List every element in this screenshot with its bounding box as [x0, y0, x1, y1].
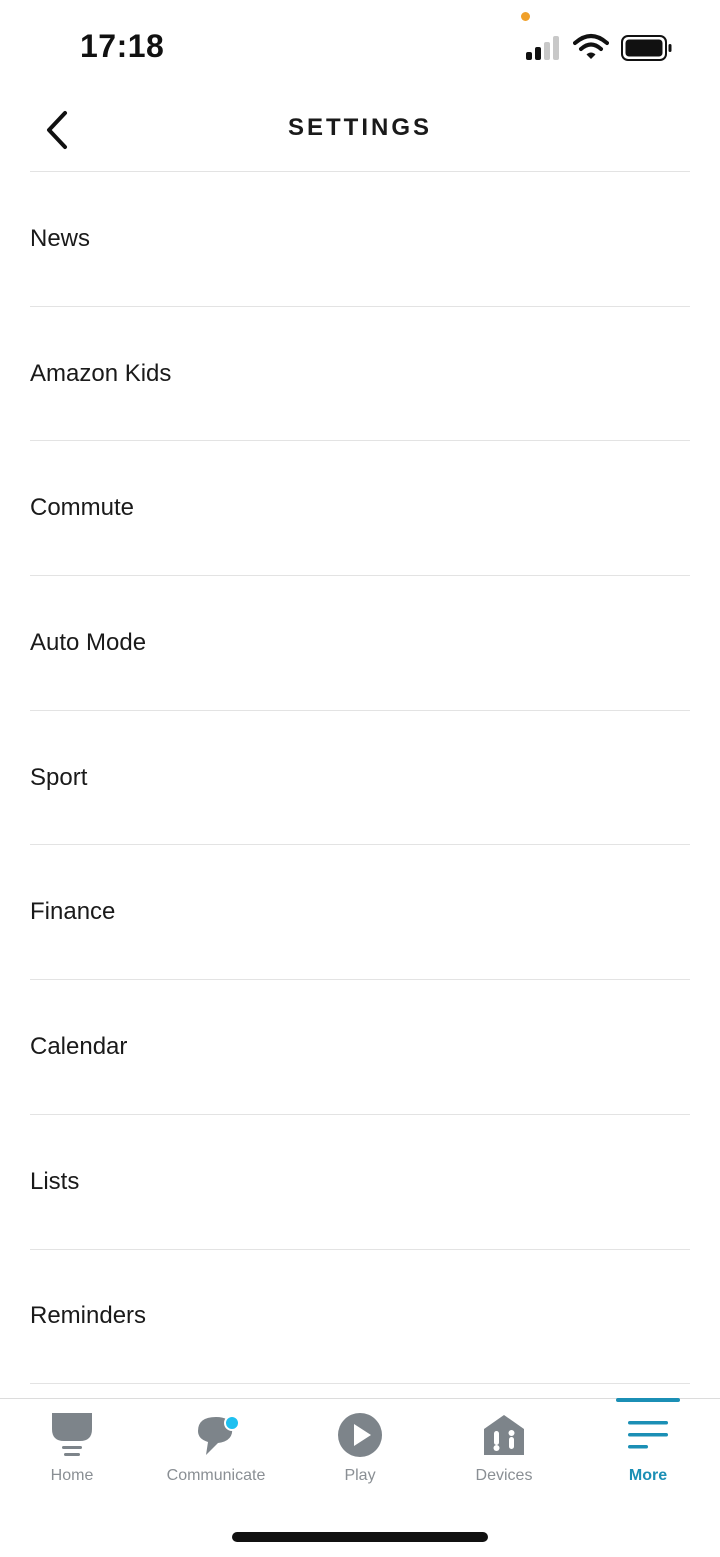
- settings-item-reminders[interactable]: Reminders: [30, 1250, 690, 1385]
- settings-item-auto-mode[interactable]: Auto Mode: [30, 576, 690, 711]
- header: SETTINGS: [0, 90, 720, 172]
- nav-label: Devices: [475, 1467, 533, 1484]
- settings-item-label: Finance: [30, 898, 116, 926]
- privacy-indicator-dot: [521, 12, 530, 21]
- home-icon: [52, 1413, 92, 1456]
- settings-item-commute[interactable]: Commute: [30, 441, 690, 577]
- nav-item-devices[interactable]: Devices: [432, 1399, 576, 1503]
- settings-item-label: Lists: [30, 1167, 80, 1195]
- settings-item-finance[interactable]: Finance: [30, 845, 690, 981]
- settings-item-label: News: [30, 224, 91, 252]
- settings-item-label: Auto Mode: [30, 628, 147, 656]
- settings-item-label: Amazon Kids: [30, 359, 172, 387]
- home-indicator[interactable]: [232, 1532, 488, 1542]
- page-title: SETTINGS: [287, 114, 432, 141]
- wifi-icon: [573, 34, 609, 59]
- settings-item-label: Reminders: [30, 1302, 147, 1330]
- signal-icon: [526, 36, 562, 60]
- play-icon: [338, 1413, 382, 1457]
- settings-item-amazon-kids[interactable]: Amazon Kids: [30, 307, 690, 442]
- settings-item-label: Sport: [30, 763, 88, 791]
- nav-item-play[interactable]: Play: [288, 1399, 432, 1503]
- nav-label: Play: [344, 1467, 376, 1484]
- settings-item-sport[interactable]: Sport: [30, 711, 690, 846]
- status-time: 17:18: [80, 28, 165, 64]
- settings-item-news[interactable]: News: [30, 172, 690, 307]
- settings-list: News Amazon Kids Commute Auto Mode Sport…: [0, 172, 720, 1385]
- bottom-nav: Home Communicate Play Devices More: [0, 1398, 720, 1503]
- nav-item-more[interactable]: More: [576, 1399, 720, 1503]
- battery-icon: [621, 35, 672, 61]
- nav-item-communicate[interactable]: Communicate: [144, 1399, 288, 1503]
- nav-item-home[interactable]: Home: [0, 1399, 144, 1503]
- nav-label: Communicate: [166, 1467, 266, 1484]
- settings-item-label: Commute: [30, 494, 135, 522]
- devices-icon: [484, 1415, 524, 1455]
- settings-item-calendar[interactable]: Calendar: [30, 980, 690, 1115]
- status-bar: 17:18: [0, 0, 720, 90]
- nav-label: More: [628, 1467, 668, 1484]
- nav-label: Home: [50, 1467, 94, 1484]
- settings-item-lists[interactable]: Lists: [30, 1115, 690, 1250]
- communicate-icon: [198, 1415, 240, 1455]
- settings-item-label: Calendar: [30, 1032, 128, 1060]
- more-icon: [628, 1421, 668, 1449]
